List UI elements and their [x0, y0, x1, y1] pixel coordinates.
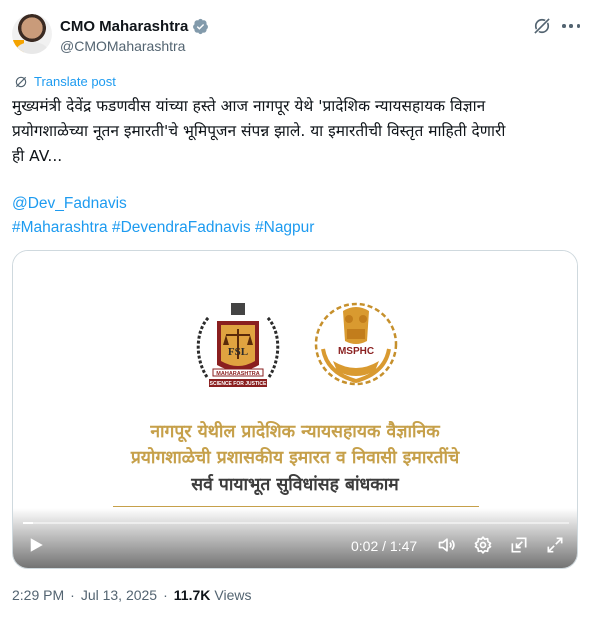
translate-post-label[interactable]: Translate post [34, 74, 116, 89]
hashtag-link[interactable]: #Maharashtra [12, 219, 108, 236]
meta-separator: · [70, 587, 75, 603]
fsl-logo-motto: SCIENCE FOR JUSTICE [210, 381, 267, 387]
author-avatar[interactable] [12, 14, 52, 54]
video-title: नागपूर येथील प्रादेशिक न्यायसहायक वैज्ञा… [13, 419, 577, 499]
grok-icon[interactable] [532, 16, 552, 36]
video-progress-bar[interactable] [23, 522, 569, 524]
video-time: 0:02 / 1:47 [351, 538, 418, 554]
picture-in-picture-icon[interactable] [509, 535, 529, 555]
author-name-row[interactable]: CMO Maharashtra [60, 16, 209, 36]
translate-icon [15, 76, 27, 87]
settings-gear-icon[interactable] [473, 535, 493, 555]
post-time[interactable]: 2:29 PM [12, 587, 64, 603]
author-handle[interactable]: @CMOMaharashtra [60, 38, 185, 54]
video-title-line: नागपूर येथील प्रादेशिक न्यायसहायक वैज्ञा… [150, 422, 440, 442]
post-meta: 2:29 PM · Jul 13, 2025 · 11.7K Views [12, 587, 251, 603]
post-text-line: मुख्यमंत्री देवेंद्र फडणवीस यांच्या हस्त… [12, 97, 486, 115]
hashtag-link[interactable]: #Nagpur [255, 219, 314, 236]
more-options-icon[interactable] [560, 16, 582, 36]
post-text-line: ही AV... [12, 147, 63, 165]
msphc-logo: MSPHC [314, 302, 398, 386]
avatar-shoulders [16, 42, 48, 54]
verified-badge-icon[interactable] [192, 18, 209, 35]
fullscreen-icon[interactable] [545, 535, 565, 555]
hashtag-link[interactable]: #DevendraFadnavis [112, 219, 251, 236]
title-underline [113, 506, 479, 507]
post-links: @Dev_Fadnavis #Maharashtra #DevendraFadn… [12, 192, 314, 240]
mention-link[interactable]: @Dev_Fadnavis [12, 195, 127, 212]
author-display-name[interactable]: CMO Maharashtra [60, 18, 188, 35]
play-icon[interactable] [27, 536, 45, 554]
fsl-logo: FSL MAHARASHTRA SCIENCE FOR JUSTICE [196, 303, 280, 387]
fsl-logo-text: FSL [228, 346, 248, 358]
video-controls: 0:02 / 1:47 [13, 508, 577, 568]
fsl-logo-subtitle: MAHARASHTRA [216, 371, 259, 377]
meta-separator: · [163, 587, 168, 603]
views-count: 11.7K [173, 587, 211, 603]
video-title-line: सर्व पायाभूत सुविधांसह बांधकाम [191, 475, 399, 495]
post-date[interactable]: Jul 13, 2025 [81, 587, 157, 603]
post-header: CMO Maharashtra @CMOMaharashtra [12, 10, 584, 60]
video-player[interactable]: FSL MAHARASHTRA SCIENCE FOR JUSTICE MSPH… [12, 250, 578, 569]
views-label: Views [214, 587, 252, 603]
translate-post-link[interactable]: Translate post [14, 74, 116, 89]
msphc-logo-text: MSPHC [338, 346, 374, 357]
volume-icon[interactable] [437, 535, 457, 555]
video-progress-fill [23, 522, 34, 524]
post-text: मुख्यमंत्री देवेंद्र फडणवीस यांच्या हस्त… [12, 94, 582, 169]
post-text-line: प्रयोगशाळेच्या नूतन इमारती'चे भूमिपूजन स… [12, 122, 506, 140]
video-title-line: प्रयोगशाळेची प्रशासकीय इमारत व निवासी इम… [130, 448, 460, 468]
